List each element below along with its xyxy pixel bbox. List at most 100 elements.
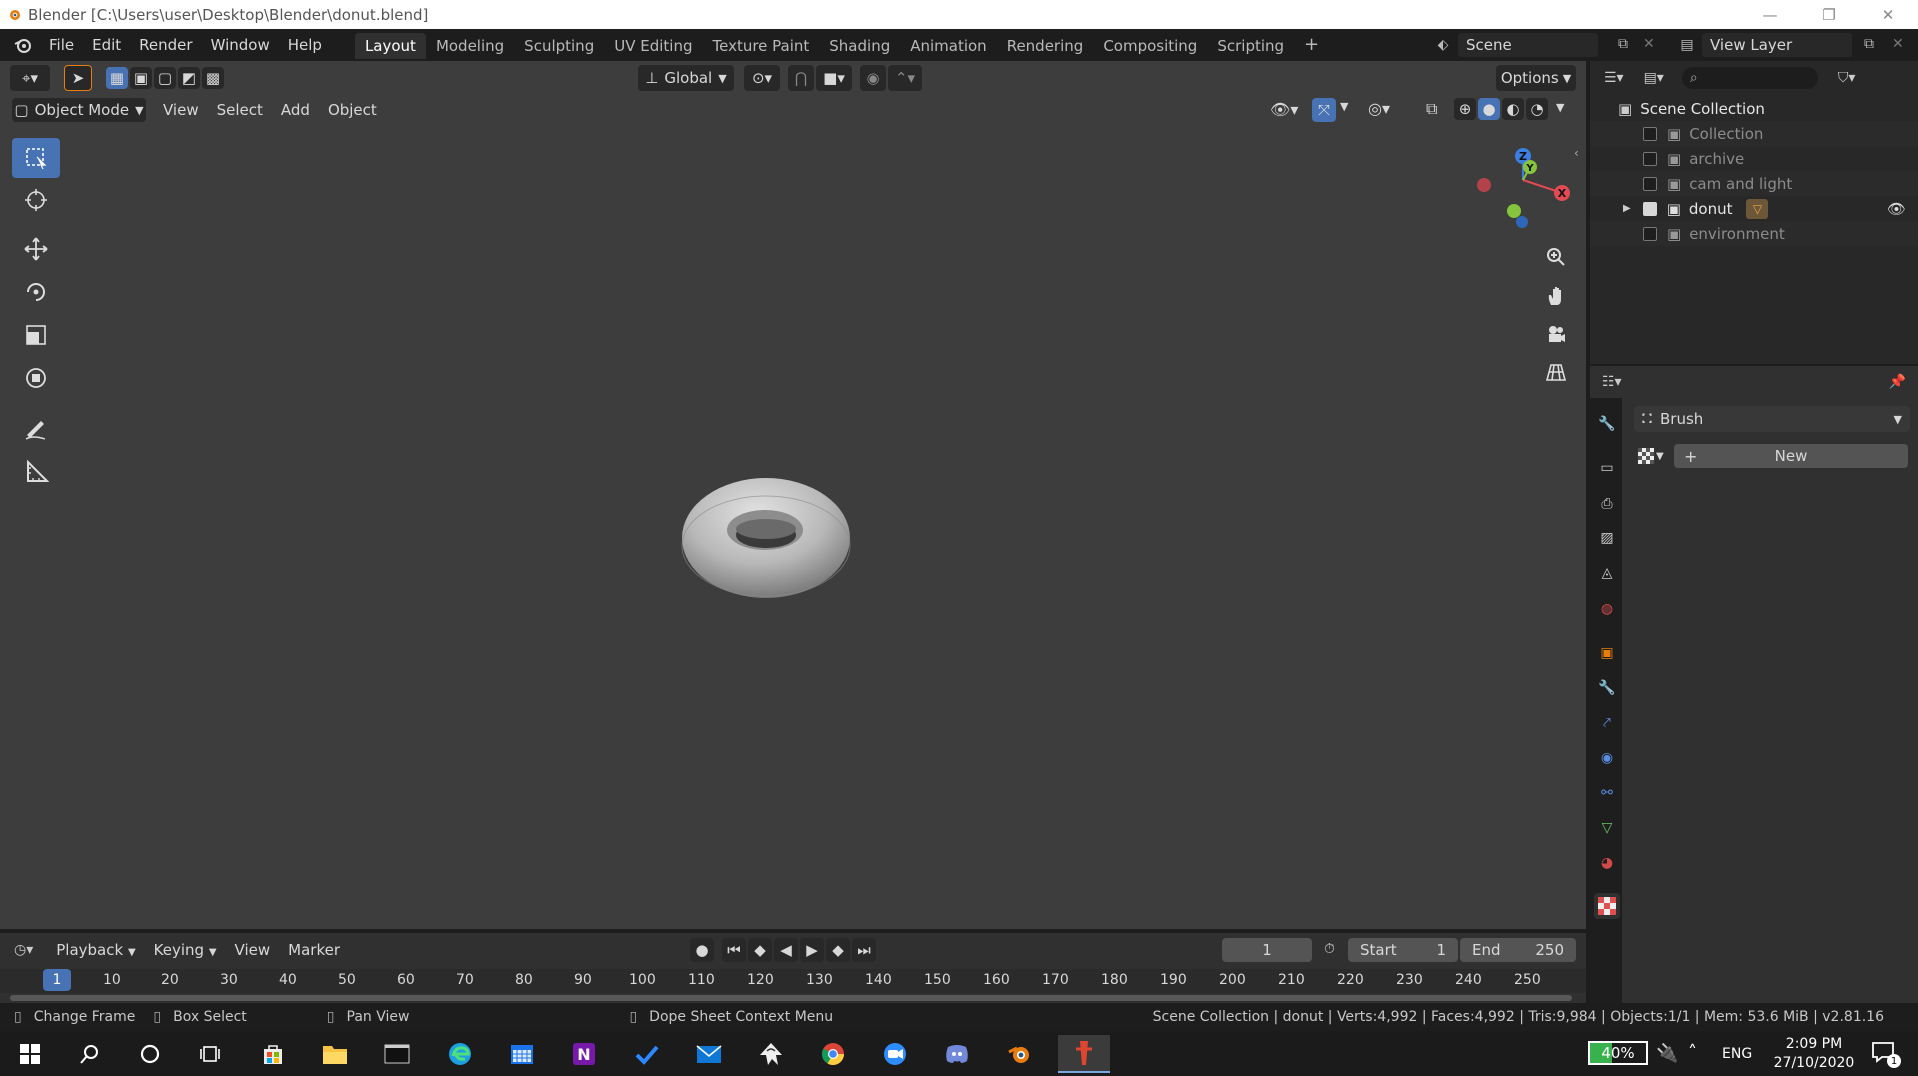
tab-rendering[interactable]: Rendering: [997, 33, 1094, 59]
outliner-item-environment[interactable]: ▣ environment: [1590, 221, 1918, 246]
rotate-tool[interactable]: [12, 272, 60, 312]
outliner-item-collection[interactable]: ▣ Collection: [1590, 121, 1918, 146]
camera-view-icon[interactable]: [1540, 318, 1572, 350]
navigation-gizmo[interactable]: Z Y X: [1470, 140, 1580, 240]
wireframe-shading-icon[interactable]: ⊕: [1454, 98, 1476, 120]
power-plug-icon[interactable]: 🔌: [1656, 1043, 1678, 1064]
clock[interactable]: 2:09 PM 27/10/2020: [1766, 1034, 1862, 1074]
annotate-tool[interactable]: [12, 408, 60, 448]
outliner-editor-type-icon[interactable]: ☰▾: [1604, 70, 1624, 86]
constraints-tab-icon[interactable]: ⚯: [1594, 780, 1620, 806]
output-tab-icon[interactable]: ⎙: [1594, 491, 1620, 517]
pivot-point-icon[interactable]: ⊙▾: [744, 65, 780, 91]
texture-preview-icon[interactable]: ▼: [1638, 444, 1670, 468]
modifier-tab-icon[interactable]: 🔧: [1594, 675, 1620, 701]
tab-modeling[interactable]: Modeling: [426, 33, 514, 59]
donut-mesh[interactable]: [680, 472, 852, 602]
exclude-checkbox[interactable]: [1643, 126, 1657, 141]
tab-compositing[interactable]: Compositing: [1093, 33, 1207, 59]
mode-subtract-icon[interactable]: ▢: [154, 67, 176, 89]
windows-start-icon[interactable]: [10, 1035, 50, 1073]
new-scene-icon[interactable]: ⧉: [1618, 36, 1628, 52]
menu-help[interactable]: Help: [279, 36, 331, 54]
scene-selector[interactable]: ⬖ Scene: [1428, 32, 1602, 58]
particles-tab-icon[interactable]: ⤤: [1594, 710, 1620, 736]
material-shading-icon[interactable]: ◐: [1502, 98, 1524, 120]
battery-indicator[interactable]: 40%: [1588, 1041, 1648, 1065]
onenote-icon[interactable]: N: [564, 1035, 604, 1073]
menu-window[interactable]: Window: [202, 36, 279, 54]
falloff-icon[interactable]: ⌃▾: [888, 65, 922, 91]
filter-icon[interactable]: ⛉▾: [1838, 70, 1856, 86]
area-divider[interactable]: [1586, 61, 1590, 1003]
menu-render[interactable]: Render: [130, 36, 201, 54]
view-layer-selector[interactable]: ▤ View Layer: [1672, 32, 1872, 58]
scale-tool[interactable]: [12, 315, 60, 355]
exclude-checkbox[interactable]: [1643, 226, 1657, 241]
timeline-menu-playback[interactable]: Playback ▼: [47, 941, 144, 959]
todo-icon[interactable]: [627, 1035, 667, 1073]
view-layer-tab-icon[interactable]: ▨: [1594, 525, 1620, 551]
timeline-scrollbar[interactable]: [10, 995, 1572, 1001]
exclude-checkbox[interactable]: [1643, 151, 1657, 166]
mode-intersect-icon[interactable]: ▩: [202, 67, 224, 89]
editor-type-icon[interactable]: ⌖▾: [10, 65, 50, 91]
data-tab-icon[interactable]: ▽: [1594, 815, 1620, 841]
scene-tab-icon[interactable]: ◬: [1594, 560, 1620, 586]
end-frame-field[interactable]: End 250: [1460, 938, 1576, 962]
gizmo-toggle-icon[interactable]: ⤧: [1312, 98, 1336, 122]
material-tab-icon[interactable]: ◕: [1594, 850, 1620, 876]
menu-file[interactable]: File: [40, 36, 83, 54]
transform-tool[interactable]: [12, 358, 60, 398]
discord-icon[interactable]: [937, 1035, 977, 1073]
new-texture-button[interactable]: + New: [1674, 444, 1908, 468]
outliner-search[interactable]: ⌕: [1681, 67, 1818, 89]
timeline-editor-type-icon[interactable]: ◷▾: [14, 942, 33, 958]
delete-view-layer-icon[interactable]: ✕: [1892, 36, 1904, 52]
cortana-icon[interactable]: [130, 1035, 170, 1073]
zoom-app-icon[interactable]: [875, 1035, 915, 1073]
outliner-item-cam-and-light[interactable]: ▣ cam and light: [1590, 171, 1918, 196]
object-mode-select[interactable]: ▢ Object Mode ▼: [12, 98, 146, 122]
active-app-icon[interactable]: [1058, 1035, 1110, 1073]
chrome-icon[interactable]: [813, 1035, 853, 1073]
render-tab-icon[interactable]: ▭: [1594, 455, 1620, 481]
zoom-icon[interactable]: [1540, 241, 1572, 273]
inkscape-icon[interactable]: [751, 1035, 791, 1073]
tab-shading[interactable]: Shading: [819, 33, 900, 59]
minimize-icon[interactable]: —: [1742, 0, 1798, 29]
cursor-tool[interactable]: [12, 180, 60, 220]
playhead-frame[interactable]: 1: [43, 969, 71, 991]
search-icon[interactable]: [70, 1035, 110, 1073]
pan-hand-icon[interactable]: [1540, 280, 1572, 312]
options-button[interactable]: Options ▼: [1496, 65, 1576, 91]
viewport-menu-add[interactable]: Add: [272, 101, 319, 119]
tab-scripting[interactable]: Scripting: [1207, 33, 1294, 59]
prev-keyframe-icon[interactable]: ◆: [748, 938, 772, 962]
timeline-menu-view[interactable]: View: [226, 941, 280, 959]
properties-editor-type-icon[interactable]: ☷▾: [1602, 374, 1622, 390]
stopwatch-icon[interactable]: ⏱: [1324, 941, 1335, 957]
outliner-item-archive[interactable]: ▣ archive: [1590, 146, 1918, 171]
record-icon[interactable]: ●: [690, 938, 714, 962]
menu-edit[interactable]: Edit: [83, 36, 130, 54]
delete-scene-icon[interactable]: ✕: [1643, 36, 1655, 52]
jump-end-icon[interactable]: ⏭: [852, 938, 876, 962]
texture-tab-icon[interactable]: [1594, 893, 1620, 919]
chevron-up-icon[interactable]: ˄: [1688, 1042, 1697, 1063]
blender-menu-icon[interactable]: [12, 34, 34, 56]
visibility-icon[interactable]: 👁▾: [1270, 100, 1298, 119]
mail-icon[interactable]: [689, 1035, 729, 1073]
measure-tool[interactable]: [12, 452, 60, 492]
new-view-layer-icon[interactable]: ⧉: [1864, 36, 1874, 52]
move-tool[interactable]: [12, 229, 60, 269]
object-tab-icon[interactable]: ▣: [1594, 640, 1620, 666]
mode-extend-icon[interactable]: ▣: [130, 67, 152, 89]
outliner-scene-collection[interactable]: ▣ Scene Collection: [1590, 96, 1918, 121]
physics-tab-icon[interactable]: ◉: [1594, 745, 1620, 771]
viewport-menu-select[interactable]: Select: [208, 101, 272, 119]
pin-icon[interactable]: 📌: [1889, 374, 1906, 390]
play-icon[interactable]: ▶: [800, 938, 824, 962]
input-language[interactable]: ENG: [1722, 1046, 1752, 1062]
sidebar-toggle-icon[interactable]: ‹: [1574, 146, 1579, 160]
